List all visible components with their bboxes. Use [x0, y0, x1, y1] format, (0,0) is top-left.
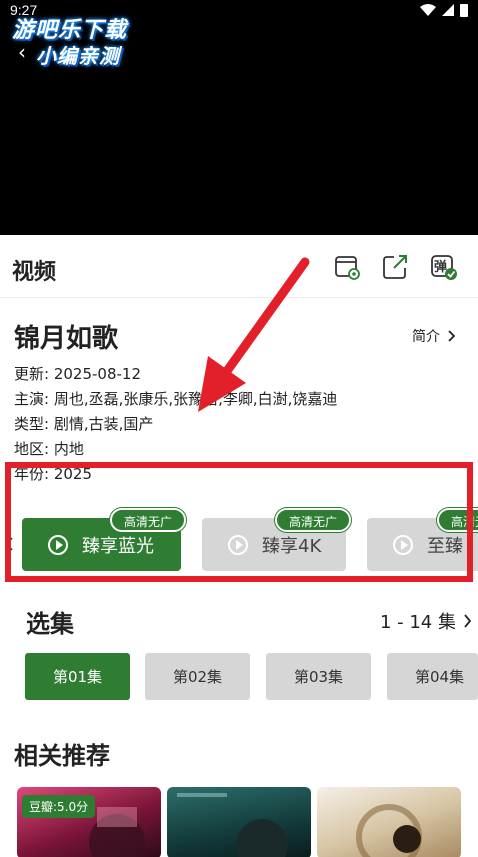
page-title: 视频	[12, 260, 57, 285]
highlight-box	[5, 462, 473, 582]
intro-label: 简介	[412, 329, 440, 345]
episode-button[interactable]: 第01集	[25, 653, 130, 700]
signal-icon	[442, 4, 454, 16]
episode-button[interactable]: 第04集	[387, 653, 478, 700]
section-header: 视频 弹	[0, 236, 478, 298]
poster-image	[356, 804, 422, 857]
poster-image	[177, 793, 288, 857]
video-player[interactable]: 9:27 游吧乐下载 小编亲测 ‹	[0, 0, 478, 235]
episodes-title: 选集	[26, 610, 74, 638]
intro-link[interactable]: 简介	[412, 326, 456, 346]
danmaku-icon[interactable]: 弹	[431, 254, 457, 280]
battery-icon	[460, 4, 468, 17]
wifi-icon	[420, 4, 436, 16]
chevron-right-icon	[464, 614, 472, 628]
recommend-card[interactable]: 豆瓣:5.0分	[17, 787, 161, 857]
rating-badge: 豆瓣:5.0分	[22, 795, 96, 818]
info-update: 更新: 2025-08-12	[14, 365, 141, 383]
episode-button[interactable]: 第03集	[266, 653, 371, 700]
episode-range-link[interactable]: 1 - 14 集	[380, 608, 472, 634]
info-region: 地区: 内地	[14, 440, 84, 458]
recommend-title: 相关推荐	[14, 742, 110, 770]
info-cast: 主演: 周也,丞磊,张康乐,张豫怡,李卿,白澍,饶嘉迪	[14, 390, 338, 408]
recommend-card[interactable]	[317, 787, 461, 857]
back-icon[interactable]: ‹	[18, 40, 26, 64]
download-icon[interactable]	[334, 254, 360, 280]
chevron-right-icon	[448, 330, 456, 342]
watermark-line2: 小编亲测	[36, 44, 120, 68]
danmaku-char: 弹	[434, 259, 447, 275]
episode-range: 1 - 14 集	[379, 612, 456, 633]
watermark-logo: 游吧乐下载 小编亲测	[8, 10, 148, 72]
recommend-card[interactable]	[167, 787, 311, 857]
info-genre: 类型: 剧情,古装,国产	[14, 415, 154, 433]
show-title: 锦月如歌	[14, 324, 119, 354]
share-icon[interactable]	[382, 254, 408, 280]
episode-button[interactable]: 第02集	[145, 653, 250, 700]
status-indicators	[420, 3, 468, 17]
